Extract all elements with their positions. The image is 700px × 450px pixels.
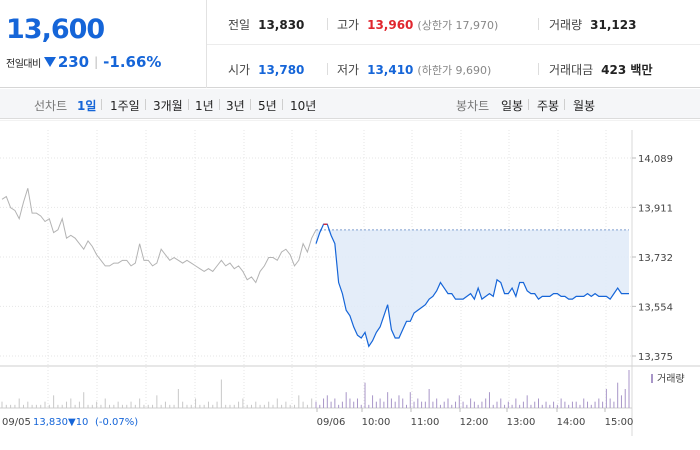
period-3-months[interactable]: 3개월 [153,97,183,114]
divider [282,99,283,110]
x-axis: 09/06 10:00 11:00 12:00 13:00 14:00 15:00 [316,408,634,428]
today-range-fill [316,229,629,347]
divider [528,99,529,110]
y-axis: 14,089 13,911 13,732 13,554 13,375 [632,154,673,363]
y-tick-label: 13,911 [638,203,673,214]
period-10-years[interactable]: 10년 [290,97,316,114]
divider [250,99,251,110]
lower-limit: (하한가 9,690) [417,63,492,77]
below-prev-close-area [316,229,629,347]
stat-prev-close: 전일 13,830 [228,16,304,33]
amount-value: 423 백만 [601,63,653,77]
open-label: 시가 [228,63,251,77]
change-percent: -1.66% [103,53,162,71]
stat-high: 고가 13,960 (상한가 17,970) [337,16,498,33]
volume-value: 31,123 [590,17,637,32]
period-3-years[interactable]: 3년 [226,97,245,114]
divider [327,18,328,30]
x-tick-label: 14:00 [557,417,586,428]
divider [564,99,565,110]
divider [538,63,539,75]
quote-panel: 13,600 전일대비 230 | -1.66% 전일 13,830 고가 13… [0,0,700,88]
y-tick-label: 13,732 [638,253,673,264]
down-arrow-icon [43,57,56,67]
volume-label: 거래량 [549,18,583,32]
volume-legend-label: 거래량 [657,373,685,385]
change-label: 전일대비 [6,58,41,70]
volume-bars: 거래량 [1,370,685,408]
high-label: 고가 [337,18,360,32]
stat-volume: 거래량 31,123 [549,16,636,33]
divider [219,99,220,110]
divider [101,99,102,110]
line-chart-label: 선차트 [34,99,68,113]
period-weekly-candle[interactable]: 주봉 [537,97,559,114]
prev-day-change: ▼10 [68,417,88,428]
divider [145,99,146,110]
high-value: 13,960 [367,17,414,32]
candle-chart-label: 봉차트 [456,99,490,113]
y-tick-label: 13,554 [638,302,673,313]
x-tick-label: 12:00 [460,417,489,428]
prev-day-change-pct: (-0.07%) [95,417,138,428]
period-5-years[interactable]: 5년 [258,97,277,114]
stat-low: 저가 13,410 (하한가 9,690) [337,61,491,78]
prev-close-value: 13,830 [258,17,305,32]
period-1-week[interactable]: 1주일 [110,97,140,114]
change-value: 230 [57,53,90,71]
y-tick-label: 13,375 [638,352,673,363]
prev-day-price-line [1,188,317,284]
divider [538,18,539,30]
prev-day-close: 13,830 [33,417,68,428]
volume-legend-swatch [651,374,653,383]
x-tick-label: 15:00 [605,417,634,428]
current-price: 13,600 [6,14,105,45]
chart-footer: 09/05 13,830 ▼10 (-0.07%) [2,417,138,428]
prev-day-date: 09/05 [2,417,31,428]
x-tick-label: 13:00 [507,417,536,428]
upper-limit: (상한가 17,970) [417,18,499,32]
price-change-row: 전일대비 230 | -1.66% [6,53,161,71]
divider: | [94,55,99,69]
divider [327,63,328,75]
period-daily-candle[interactable]: 일봉 [501,97,523,114]
row-divider [207,44,700,45]
low-value: 13,410 [367,62,414,77]
period-1-day[interactable]: 1일 [77,97,96,114]
price-chart: 14,089 13,911 13,732 13,554 13,375 거래량 09/06… [0,120,700,436]
period-selector-bar: 선차트 1일 1주일 3개월 1년 3년 5년 10년 봉차트 일봉 주봉 월봉 [0,89,700,119]
divider [188,99,189,110]
stat-open: 시가 13,780 [228,61,304,78]
current-price-box: 13,600 전일대비 230 | -1.66% [0,0,207,88]
stat-amount: 거래대금 423 백만 [549,61,652,78]
x-tick-label: 09/06 [317,417,346,428]
x-tick-label: 10:00 [362,417,391,428]
period-monthly-candle[interactable]: 월봉 [573,97,595,114]
open-value: 13,780 [258,62,305,77]
x-tick-label: 11:00 [411,417,440,428]
low-label: 저가 [337,63,360,77]
prev-close-label: 전일 [228,18,251,32]
period-1-year[interactable]: 1년 [195,97,214,114]
amount-label: 거래대금 [549,63,594,77]
y-tick-label: 14,089 [638,154,673,165]
